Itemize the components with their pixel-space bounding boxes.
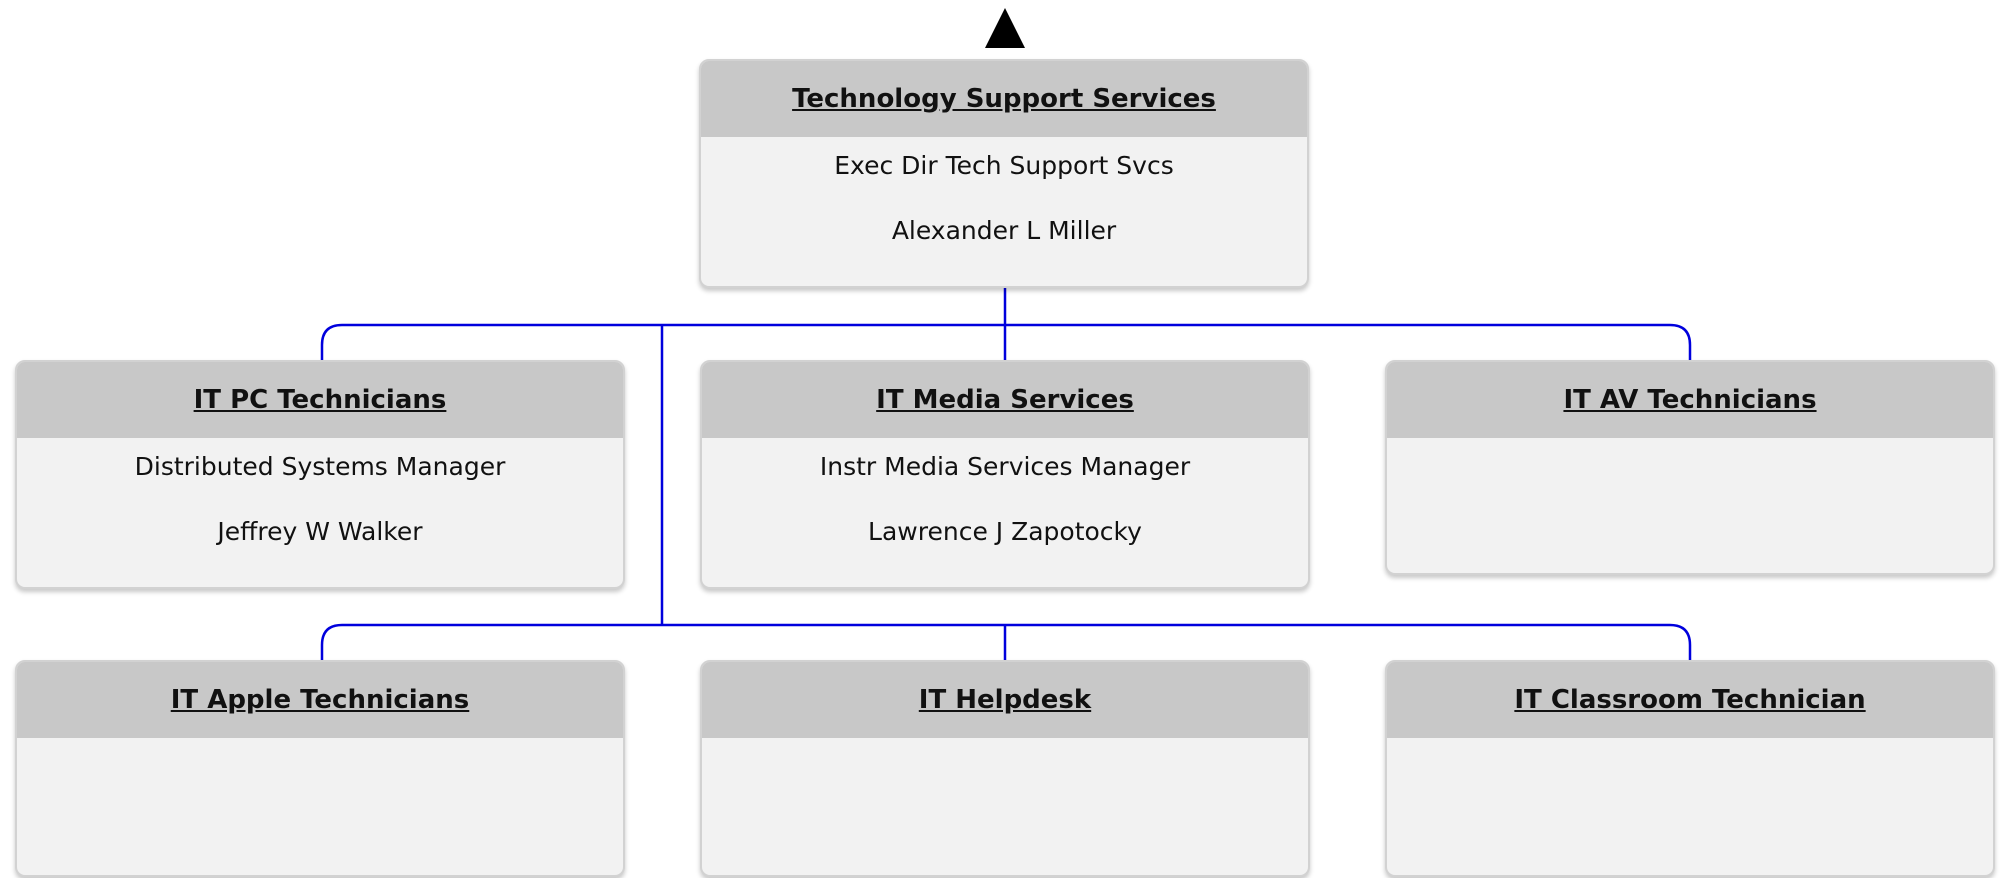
org-node-title[interactable]: Technology Support Services — [792, 84, 1216, 114]
org-node-person: Lawrence J Zapotocky — [868, 517, 1142, 546]
org-node-header: IT Helpdesk — [702, 662, 1308, 738]
org-node-role: Distributed Systems Manager — [134, 452, 506, 481]
org-node-body: Distributed Systems Manager Jeffrey W Wa… — [17, 452, 623, 546]
org-node-role: Instr Media Services Manager — [819, 452, 1191, 481]
org-node-header: IT PC Technicians — [17, 362, 623, 438]
org-node-header: IT AV Technicians — [1387, 362, 1993, 438]
org-node-header: IT Apple Technicians — [17, 662, 623, 738]
org-node-header: Technology Support Services — [701, 61, 1307, 137]
org-node-root[interactable]: Technology Support Services Exec Dir Tec… — [699, 59, 1309, 288]
org-node-person: Jeffrey W Walker — [217, 517, 423, 546]
org-node-title[interactable]: IT Media Services — [876, 385, 1134, 415]
org-node-it-helpdesk[interactable]: IT Helpdesk — [700, 660, 1310, 877]
org-node-title[interactable]: IT AV Technicians — [1563, 385, 1816, 415]
org-node-title[interactable]: IT Classroom Technician — [1514, 685, 1865, 715]
org-node-it-apple-technicians[interactable]: IT Apple Technicians — [15, 660, 625, 877]
navigate-up-arrow-icon[interactable] — [985, 8, 1025, 48]
org-node-it-pc-technicians[interactable]: IT PC Technicians Distributed Systems Ma… — [15, 360, 625, 589]
org-node-title[interactable]: IT PC Technicians — [194, 385, 447, 415]
org-node-header: IT Media Services — [702, 362, 1308, 438]
org-node-title[interactable]: IT Helpdesk — [919, 685, 1091, 715]
org-node-role: Exec Dir Tech Support Svcs — [834, 151, 1174, 180]
org-node-person: Alexander L Miller — [891, 216, 1117, 245]
org-node-it-classroom-technician[interactable]: IT Classroom Technician — [1385, 660, 1995, 877]
org-node-it-media-services[interactable]: IT Media Services Instr Media Services M… — [700, 360, 1310, 589]
org-node-title[interactable]: IT Apple Technicians — [171, 685, 470, 715]
org-node-it-av-technicians[interactable]: IT AV Technicians — [1385, 360, 1995, 575]
org-node-header: IT Classroom Technician — [1387, 662, 1993, 738]
org-node-body: Instr Media Services Manager Lawrence J … — [702, 452, 1308, 546]
org-node-body: Exec Dir Tech Support Svcs Alexander L M… — [701, 151, 1307, 245]
